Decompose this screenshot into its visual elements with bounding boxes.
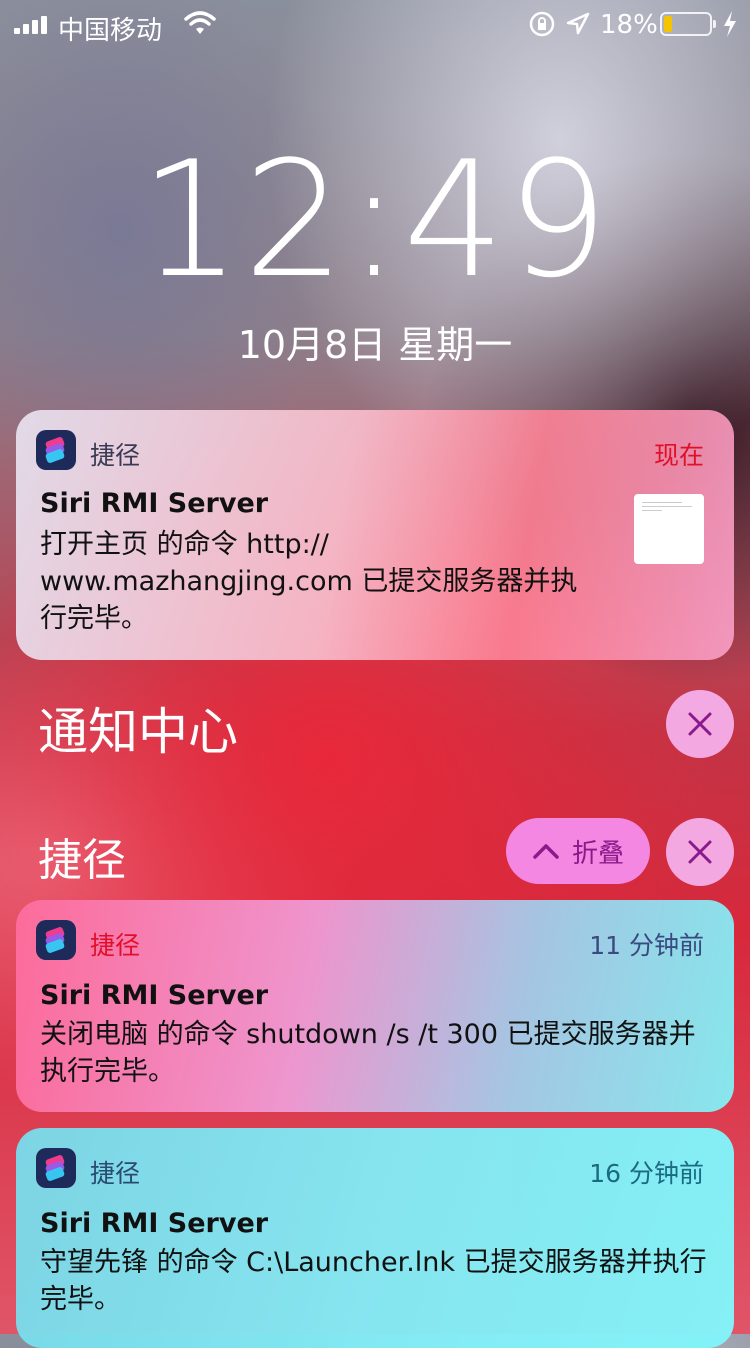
- battery-percentage: 18%: [600, 10, 658, 40]
- notification-body: 关闭电脑 的命令 shutdown /s /t 300 已提交服务器并执行完毕。: [40, 1019, 696, 1087]
- notification-time: 现在: [653, 441, 704, 470]
- cellular-signal-icon: [14, 14, 47, 34]
- notification-time: 11 分钟前: [589, 931, 704, 960]
- clear-group-button[interactable]: [666, 818, 734, 886]
- notification-card[interactable]: 捷径 11 分钟前 Siri RMI Server 关闭电脑 的命令 shutd…: [16, 900, 734, 1112]
- shortcuts-app-icon: [36, 920, 76, 960]
- battery-icon: [660, 12, 712, 36]
- notification-center-title: 通知中心: [38, 703, 238, 761]
- chevron-up-icon: [533, 844, 559, 859]
- notification-card[interactable]: 捷径 现在 Siri RMI Server 打开主页 的命令 http:// w…: [16, 410, 734, 660]
- lock-screen-time: 12:49: [139, 126, 611, 313]
- clear-all-button[interactable]: [666, 690, 734, 758]
- shortcuts-app-icon: [36, 430, 76, 470]
- notification-app-name: 捷径: [90, 1159, 141, 1188]
- notification-body: 打开主页 的命令 http:// www.mazhangjing.com 已提交…: [40, 529, 578, 634]
- notification-title: Siri RMI Server: [40, 488, 269, 519]
- carrier-name: 中国移动: [58, 16, 163, 46]
- collapse-button[interactable]: 折叠: [506, 818, 650, 884]
- close-icon: [688, 712, 712, 736]
- shortcuts-app-icon: [36, 1148, 76, 1188]
- wifi-icon: [184, 10, 216, 40]
- notification-app-name: 捷径: [90, 441, 141, 470]
- notification-thumbnail[interactable]: [634, 494, 704, 564]
- lock-screen-date: 10月8日 星期一: [237, 323, 513, 367]
- notification-card[interactable]: 捷径 16 分钟前 Siri RMI Server 守望先锋 的命令 C:\La…: [16, 1128, 734, 1348]
- rotation-lock-icon: [528, 10, 556, 42]
- location-arrow-icon: [566, 12, 590, 40]
- battery-fill: [664, 16, 672, 32]
- charging-bolt-icon: [722, 10, 738, 42]
- status-bar: 中国移动 18%: [0, 0, 750, 48]
- group-title: 捷径: [38, 835, 126, 886]
- battery-nub: [713, 20, 716, 28]
- notification-app-name: 捷径: [90, 931, 141, 960]
- notification-title: Siri RMI Server: [40, 980, 269, 1011]
- close-icon: [688, 840, 712, 864]
- notification-title: Siri RMI Server: [40, 1208, 269, 1239]
- notification-body: 守望先锋 的命令 C:\Launcher.lnk 已提交服务器并执行完毕。: [40, 1247, 707, 1315]
- notification-time: 16 分钟前: [589, 1159, 704, 1188]
- collapse-label: 折叠: [571, 838, 624, 869]
